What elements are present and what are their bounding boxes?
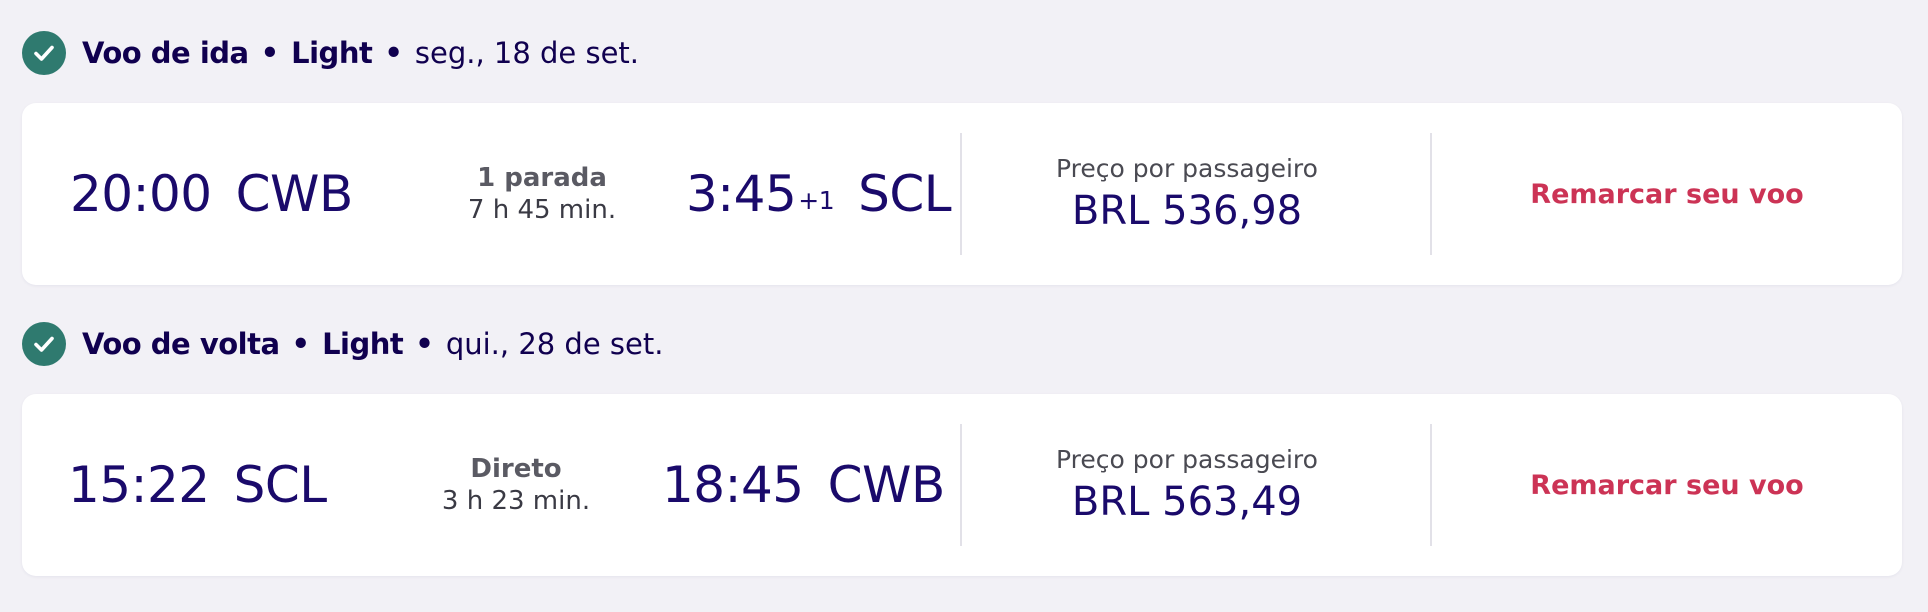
price-label: Preço por passageiro xyxy=(1056,154,1318,183)
outbound-title: Voo de ida xyxy=(82,36,249,70)
price-value: BRL 563,49 xyxy=(1071,479,1303,525)
separator-dot: • xyxy=(291,327,311,361)
return-date: qui., 28 de set. xyxy=(445,327,664,361)
return-title: Voo de volta xyxy=(82,327,280,361)
separator-dot: • xyxy=(415,327,434,361)
outbound-arrival: 3:45 +1 SCL xyxy=(686,103,952,285)
separator-dot: • xyxy=(260,36,280,70)
destination-airport: CWB xyxy=(827,456,946,514)
return-header: Voo de volta • Light • qui., 28 de set. xyxy=(22,322,663,366)
departure-time: 20:00 xyxy=(70,165,212,223)
check-circle-icon xyxy=(22,31,66,75)
price-value: BRL 536,98 xyxy=(1071,188,1303,234)
day-offset-badge: +1 xyxy=(798,185,835,215)
flight-duration: 7 h 45 min. xyxy=(467,195,617,225)
return-stops-info: Direto 3 h 23 min. xyxy=(416,394,616,576)
arrival-time: 18:45 xyxy=(662,456,804,514)
outbound-departure: 20:00 CWB xyxy=(70,103,353,285)
arrival-time: 3:45 xyxy=(686,165,797,223)
stops-label: Direto xyxy=(470,454,562,484)
return-price: Preço por passageiro BRL 563,49 xyxy=(962,394,1412,576)
return-flight-card: 15:22 SCL Direto 3 h 23 min. 18:45 CWB P… xyxy=(22,394,1902,576)
outbound-price: Preço por passageiro BRL 536,98 xyxy=(962,103,1412,285)
flight-duration: 3 h 23 min. xyxy=(441,486,591,516)
stops-label: 1 parada xyxy=(477,163,607,193)
return-departure: 15:22 SCL xyxy=(68,394,327,576)
outbound-date: seg., 18 de set. xyxy=(414,36,640,70)
price-label: Preço por passageiro xyxy=(1056,445,1318,474)
outbound-flight-card: 20:00 CWB 1 parada 7 h 45 min. 3:45 +1 S… xyxy=(22,103,1902,285)
outbound-header: Voo de ida • Light • seg., 18 de set. xyxy=(22,31,639,75)
separator-dot: • xyxy=(384,36,403,70)
outbound-fare: Light xyxy=(291,36,373,70)
origin-airport: SCL xyxy=(233,456,328,514)
outbound-stops-info: 1 parada 7 h 45 min. xyxy=(442,103,642,285)
rebook-flight-button[interactable]: Remarcar seu voo xyxy=(1432,103,1902,285)
rebook-flight-button[interactable]: Remarcar seu voo xyxy=(1432,394,1902,576)
origin-airport: CWB xyxy=(235,165,354,223)
check-circle-icon xyxy=(22,322,66,366)
departure-time: 15:22 xyxy=(68,456,210,514)
return-fare: Light xyxy=(322,327,404,361)
destination-airport: SCL xyxy=(858,165,952,223)
return-arrival: 18:45 CWB xyxy=(662,394,945,576)
